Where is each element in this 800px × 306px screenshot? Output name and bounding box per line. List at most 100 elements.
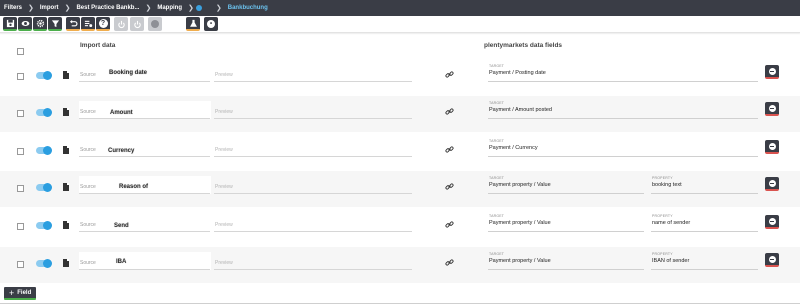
- source-field[interactable]: [79, 231, 210, 232]
- target-field[interactable]: [488, 231, 644, 232]
- preview-label: Preview: [215, 260, 233, 266]
- property-field[interactable]: [651, 231, 758, 232]
- remove-row-button[interactable]: [765, 65, 779, 79]
- preview-label: Preview: [215, 72, 233, 78]
- power-off-icon: [133, 20, 141, 28]
- active-toggle[interactable]: [36, 221, 52, 230]
- source-value: Reason of: [119, 184, 149, 190]
- target-value[interactable]: Payment / Amount posted: [489, 107, 552, 113]
- source-value: Send: [114, 223, 129, 229]
- remove-row-button[interactable]: [765, 102, 779, 116]
- target-label: TARGET: [489, 101, 505, 105]
- flask-icon: [189, 19, 197, 27]
- toggle-knob: [43, 108, 52, 117]
- property-value[interactable]: IBAN of sender: [652, 258, 689, 264]
- settings-button[interactable]: [33, 17, 47, 31]
- link-icon[interactable]: [445, 70, 454, 79]
- target-value[interactable]: Payment property / Value: [489, 220, 551, 226]
- remove-row-button[interactable]: [765, 215, 779, 229]
- source-field[interactable]: [79, 81, 210, 82]
- target-value[interactable]: Payment property / Value: [489, 258, 551, 264]
- target-field[interactable]: [488, 269, 644, 270]
- row-checkbox[interactable]: [17, 261, 24, 268]
- document-icon[interactable]: [63, 108, 69, 116]
- link-icon[interactable]: [445, 182, 454, 191]
- stop-button[interactable]: [148, 17, 162, 31]
- target-value[interactable]: Payment / Posting date: [489, 70, 546, 76]
- breadcrumb-filters[interactable]: Filters: [4, 5, 22, 11]
- preview-field: [214, 231, 412, 232]
- source-label: Source: [80, 72, 96, 78]
- target-field[interactable]: [488, 118, 758, 119]
- document-icon[interactable]: [63, 146, 69, 154]
- row-checkbox[interactable]: [17, 110, 24, 117]
- document-icon[interactable]: [63, 221, 69, 229]
- property-value[interactable]: booking text: [652, 182, 682, 188]
- target-field[interactable]: [488, 193, 644, 194]
- select-all-checkbox[interactable]: [17, 48, 24, 55]
- toggle-knob: [43, 259, 52, 268]
- undo-button[interactable]: [66, 17, 80, 31]
- property-value[interactable]: name of sender: [652, 220, 690, 226]
- breadcrumb-best-practice[interactable]: Best Practice Bankb...: [76, 5, 139, 11]
- mapping-row: Source Reason of Preview TARGET Payment …: [0, 171, 800, 207]
- source-field[interactable]: [79, 156, 210, 157]
- stop-icon: [151, 20, 159, 28]
- mapping-row: Source Booking date Preview TARGET Payme…: [0, 59, 800, 95]
- source-field[interactable]: [79, 269, 210, 270]
- active-toggle[interactable]: [36, 259, 52, 268]
- target-field[interactable]: [488, 81, 758, 82]
- breadcrumb-mapping[interactable]: Mapping: [157, 5, 182, 11]
- test-button[interactable]: [186, 17, 200, 31]
- source-label: Source: [80, 184, 96, 190]
- property-field[interactable]: [651, 269, 758, 270]
- target-value[interactable]: Payment / Currency: [489, 145, 538, 151]
- property-label: PROPERTY: [652, 214, 673, 218]
- link-icon[interactable]: [445, 258, 454, 267]
- row-checkbox[interactable]: [17, 223, 24, 230]
- save-button[interactable]: [3, 17, 17, 31]
- source-field[interactable]: [79, 193, 210, 194]
- source-value: Booking date: [109, 70, 148, 76]
- breadcrumb-bankbuchung[interactable]: Bankbuchung: [228, 5, 268, 11]
- row-checkbox[interactable]: [17, 148, 24, 155]
- gear-icon: [36, 19, 44, 27]
- help-button[interactable]: ?: [96, 17, 110, 31]
- breadcrumb: Filters ❯ Import ❯ Best Practice Bankb..…: [0, 0, 800, 16]
- target-field[interactable]: [488, 156, 758, 157]
- document-icon[interactable]: [63, 183, 69, 191]
- power-on-button[interactable]: [114, 17, 128, 31]
- divider: [0, 303, 800, 304]
- active-toggle[interactable]: [36, 146, 52, 155]
- active-toggle[interactable]: [36, 108, 52, 117]
- document-icon[interactable]: [63, 259, 69, 267]
- remove-row-button[interactable]: [765, 253, 779, 267]
- source-field[interactable]: [79, 118, 210, 119]
- row-checkbox[interactable]: [17, 185, 24, 192]
- document-icon[interactable]: [63, 71, 69, 79]
- link-icon[interactable]: [445, 145, 454, 154]
- property-label: PROPERTY: [652, 252, 673, 256]
- preview-button[interactable]: [18, 17, 32, 31]
- active-toggle[interactable]: [36, 71, 52, 80]
- remove-row-button[interactable]: [765, 177, 779, 191]
- row-checkbox[interactable]: [17, 73, 24, 80]
- power-off-button[interactable]: [130, 17, 144, 31]
- add-field-button[interactable]: + Field: [4, 287, 37, 300]
- link-icon[interactable]: [445, 220, 454, 229]
- source-value: Currency: [108, 148, 135, 154]
- link-icon[interactable]: [445, 107, 454, 116]
- power-icon: [117, 20, 125, 28]
- filter-button[interactable]: [48, 17, 62, 31]
- list-settings-button[interactable]: [81, 17, 95, 31]
- target-value[interactable]: Payment property / Value: [489, 182, 551, 188]
- toolbar: ? •: [0, 16, 800, 33]
- remove-row-button[interactable]: [765, 140, 779, 154]
- property-field[interactable]: [651, 193, 758, 194]
- minus-circle-icon: [768, 179, 776, 187]
- list-settings-icon: [84, 20, 92, 27]
- chevron-right-icon: ❯: [215, 5, 222, 12]
- active-toggle[interactable]: [36, 183, 52, 192]
- info-button[interactable]: •: [204, 17, 218, 31]
- breadcrumb-import[interactable]: Import: [40, 5, 59, 11]
